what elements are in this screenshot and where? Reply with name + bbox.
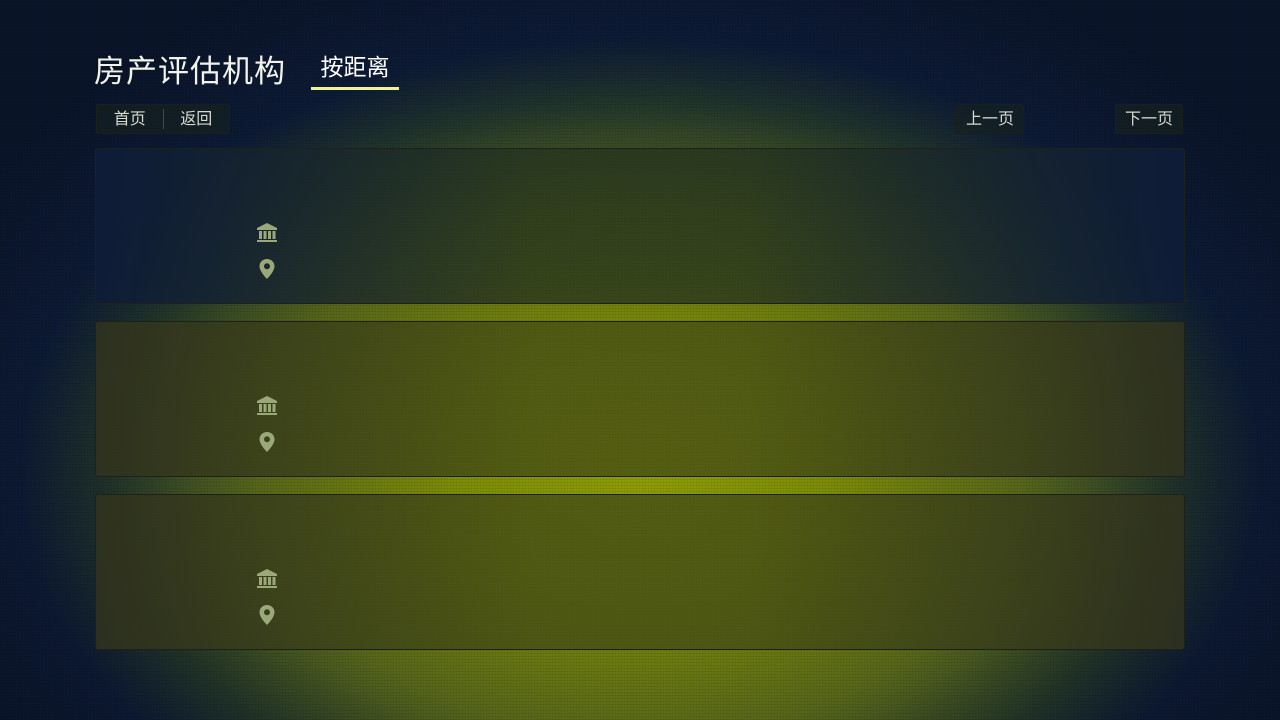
location-pin-icon — [259, 432, 275, 452]
tab-sort-by-distance-label: 按距离 — [320, 55, 390, 81]
bank-icon — [257, 223, 277, 242]
tab-active-underline — [311, 87, 399, 90]
back-button[interactable]: 返回 — [164, 105, 230, 133]
agency-card[interactable] — [95, 148, 1185, 304]
bank-icon — [257, 396, 277, 415]
home-button[interactable]: 首页 — [97, 105, 163, 133]
agency-card[interactable] — [95, 321, 1185, 477]
location-pin-icon — [259, 259, 275, 279]
next-page-button[interactable]: 下一页 — [1115, 104, 1183, 134]
agency-card[interactable] — [95, 494, 1185, 650]
nav-button-group: 首页 返回 — [96, 104, 230, 134]
bank-icon — [257, 569, 277, 588]
tab-sort-by-distance[interactable]: 按距离 — [311, 52, 399, 90]
location-pin-icon — [259, 605, 275, 625]
prev-page-button[interactable]: 上一页 — [956, 104, 1024, 134]
page-title: 房产评估机构 — [94, 54, 286, 90]
